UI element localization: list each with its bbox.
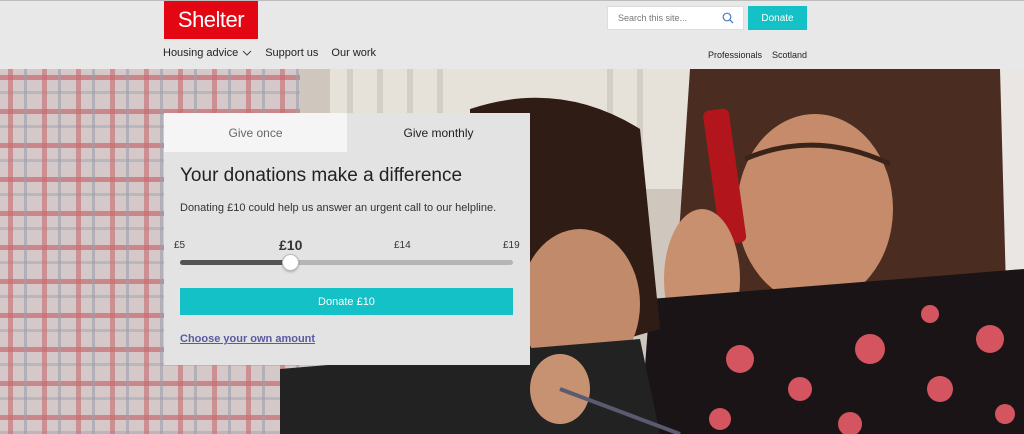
shelter-logo[interactable]: Shelter [164,1,258,39]
nav-scotland[interactable]: Scotland [772,50,807,60]
amount-tick[interactable]: £5 [174,240,185,251]
nav-housing-advice[interactable]: Housing advice [163,47,252,59]
nav-professionals[interactable]: Professionals [708,50,762,60]
slider-handle[interactable] [281,254,299,271]
main-nav: Housing advice Support us Our work [163,47,376,59]
amount-slider[interactable] [180,254,513,271]
amount-tick[interactable]: £14 [394,240,411,251]
slider-fill [180,260,290,265]
search-box[interactable] [607,6,744,30]
widget-title: Your donations make a difference [180,165,463,186]
donation-widget: Give once Give monthly Your donations ma… [164,113,530,365]
donation-tabs: Give once Give monthly [164,113,530,152]
nav-label: Housing advice [163,47,239,59]
search-input[interactable] [618,13,718,23]
secondary-nav: Professionals Scotland [708,50,807,60]
site-header: Shelter Donate Housing advice Support us… [0,0,1024,69]
tab-give-monthly[interactable]: Give monthly [347,113,530,152]
nav-label: Support us [265,47,319,59]
donate-header-button[interactable]: Donate [748,6,807,30]
amount-ticks: £5 £10 £14 £19 [174,237,522,257]
chevron-down-icon [242,50,252,56]
tab-give-once[interactable]: Give once [164,113,347,152]
nav-support-us[interactable]: Support us [265,47,318,59]
nav-label: Our work [331,47,377,59]
widget-description: Donating £10 could help us answer an urg… [180,202,497,214]
search-icon[interactable] [722,12,734,24]
amount-tick[interactable]: £19 [503,240,520,251]
nav-our-work[interactable]: Our work [331,47,376,59]
logo-text: Shelter [177,7,245,32]
choose-own-amount-link[interactable]: Choose your own amount [180,333,315,345]
amount-tick-selected[interactable]: £10 [279,237,302,253]
donate-button[interactable]: Donate £10 [180,288,513,315]
